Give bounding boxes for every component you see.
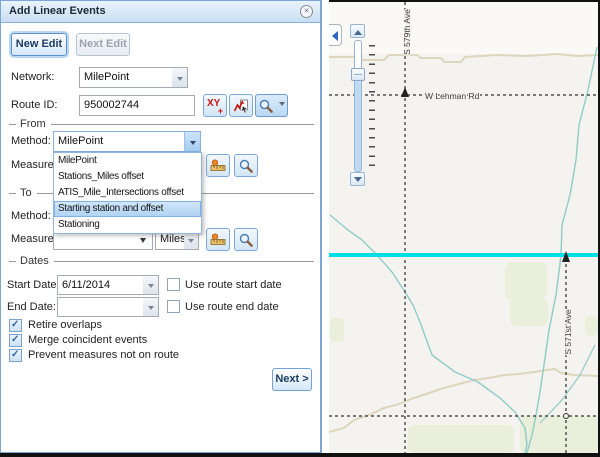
add-linear-events-panel: Add Linear Events ✕ New Edit Next Edit N…	[0, 0, 322, 453]
magnifier-icon	[259, 99, 273, 113]
dates-fieldset-legend: Dates	[9, 255, 314, 267]
collapse-panel-arrow-icon[interactable]	[329, 24, 342, 46]
panel-title: Add Linear Events	[9, 1, 106, 22]
use-route-end-date-checkbox[interactable]	[167, 300, 180, 313]
panel-map-splitter[interactable]	[322, 0, 329, 453]
retire-overlaps-checkbox[interactable]	[9, 319, 22, 332]
road-label-579th: S 579th Ave	[402, 9, 412, 55]
search-route-dropdown-button[interactable]	[255, 94, 288, 117]
select-features-icon	[233, 98, 250, 114]
retire-overlaps-label: Retire overlaps	[28, 319, 102, 332]
start-date-trigger-icon[interactable]	[143, 275, 159, 295]
network-combobox[interactable]: MilePoint	[79, 67, 173, 88]
merge-coincident-events-checkbox[interactable]	[9, 334, 22, 347]
application-window: Add Linear Events ✕ New Edit Next Edit N…	[0, 0, 600, 457]
xy-plus-icon: +	[218, 106, 223, 116]
next-edit-button[interactable]: Next Edit	[76, 33, 130, 56]
zoom-slider-track[interactable]	[354, 40, 362, 172]
dropdown-item-starting-station-and-offset[interactable]: Starting station and offset	[54, 201, 201, 217]
use-route-end-date-label: Use route end date	[185, 297, 279, 317]
use-route-start-date-checkbox[interactable]	[167, 278, 180, 291]
from-measure-on-map-button[interactable]	[206, 154, 230, 177]
dropdown-item-stationing[interactable]: Stationing	[54, 217, 201, 233]
map-viewport[interactable]: W Lehman Rd S 579th Ave S 571st Ave	[329, 0, 600, 453]
zoom-slider-thumb[interactable]	[351, 68, 365, 81]
network-dropdown-trigger-icon[interactable]	[172, 67, 188, 88]
zoom-slider-ticks	[369, 45, 375, 173]
from-measure-search-button[interactable]	[234, 154, 258, 177]
start-date-input[interactable]: 6/11/2014	[57, 275, 144, 295]
to-measure-on-map-button[interactable]	[206, 228, 230, 251]
end-date-input[interactable]	[57, 297, 144, 317]
to-measure-search-button[interactable]	[234, 228, 258, 251]
dropdown-item-milepoint[interactable]: MilePoint	[54, 153, 201, 169]
road-label-lehman: W Lehman Rd	[425, 91, 480, 101]
from-method-dropdown-trigger-icon[interactable]	[184, 131, 201, 152]
ruler-marker-icon	[210, 233, 226, 247]
end-date-trigger-icon[interactable]	[143, 297, 159, 317]
zoom-in-icon[interactable]	[350, 24, 365, 38]
road-label-571st: S 571st Ave	[563, 309, 573, 354]
from-measure-label: Measure:	[11, 155, 57, 176]
ruler-marker-icon	[210, 159, 226, 173]
chevron-down-icon	[279, 102, 285, 109]
route-id-label: Route ID:	[11, 95, 57, 116]
zoom-out-icon[interactable]	[350, 172, 365, 186]
prevent-measures-label: Prevent measures not on route	[28, 349, 179, 362]
xy-coordinates-button[interactable]: XY +	[203, 94, 227, 117]
start-date-label: Start Date:	[7, 275, 60, 295]
from-method-label: Method:	[11, 131, 51, 152]
magnifier-icon	[239, 159, 253, 173]
magnifier-icon	[239, 233, 253, 247]
next-button[interactable]: Next >	[272, 368, 312, 391]
method-dropdown-list: MilePoint Stations_Miles offset ATIS_Mil…	[53, 152, 202, 234]
to-method-label: Method:	[11, 206, 51, 227]
from-method-combobox[interactable]: MilePoint	[53, 131, 185, 152]
prevent-measures-checkbox[interactable]	[9, 349, 22, 362]
panel-title-bar[interactable]: Add Linear Events ✕	[1, 1, 320, 23]
to-measure-label: Measure:	[11, 229, 57, 250]
from-fieldset-legend: From	[9, 118, 314, 130]
merge-coincident-events-label: Merge coincident events	[28, 334, 147, 347]
dropdown-item-stations-miles-offset[interactable]: Stations_Miles offset	[54, 169, 201, 185]
end-date-label: End Date:	[7, 297, 56, 317]
new-edit-button[interactable]: New Edit	[11, 33, 67, 56]
close-icon[interactable]: ✕	[300, 5, 313, 18]
select-route-on-map-button[interactable]	[229, 94, 253, 117]
combo-arrow-icon[interactable]	[140, 238, 146, 246]
network-label: Network:	[11, 67, 54, 88]
route-id-input[interactable]: 950002744	[79, 95, 195, 116]
use-route-start-date-label: Use route start date	[185, 275, 282, 295]
dropdown-item-atis-mile-intersections-offset[interactable]: ATIS_Mile_Intersections offset	[54, 185, 201, 201]
